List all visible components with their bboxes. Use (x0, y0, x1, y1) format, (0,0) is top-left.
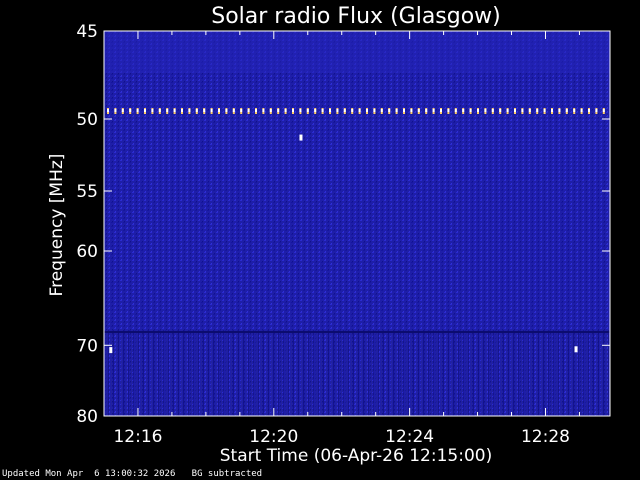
interference-dot-core (144, 109, 146, 112)
interference-dot-core (528, 109, 531, 112)
spectrogram-chart: Solar radio Flux (Glasgow) 455055607080 … (47, 4, 611, 466)
interference-dot-core (366, 109, 368, 112)
interference-dot-core (321, 109, 324, 112)
interference-dot-core (543, 109, 546, 112)
interference-dot-core (380, 109, 383, 112)
interference-dot-core (536, 109, 539, 112)
interference-dot-core (107, 109, 109, 112)
y-tick-label: 55 (76, 182, 98, 202)
interference-dot-core (240, 109, 243, 112)
interference-dot-core (225, 109, 228, 112)
interference-dot-core (580, 109, 583, 112)
interference-dot-core (602, 109, 605, 112)
interference-dot-core (121, 109, 124, 112)
interference-dot-core (588, 109, 590, 112)
x-tick-label: 12:16 (113, 427, 162, 447)
interference-dot-core (499, 109, 502, 112)
interference-dot-core (114, 109, 117, 112)
y-tick-label: 45 (76, 22, 98, 42)
plot-area (103, 30, 611, 417)
interference-dot-core (129, 109, 132, 112)
interference-dot-core (173, 109, 176, 112)
interference-dot-core (373, 109, 376, 112)
interference-dot-core (573, 109, 576, 112)
spectrogram-lower-streaks (104, 330, 610, 416)
interference-dot-core (425, 109, 428, 112)
interference-dot-core (306, 109, 309, 112)
y-axis-label-main: Frequency (47, 203, 67, 296)
interference-dot-core (255, 109, 257, 112)
interference-dot-core (403, 109, 405, 112)
y-axis-label: Frequency [MHz] (47, 154, 67, 297)
y-axis-label-unit: [MHz] (47, 154, 67, 204)
interference-dot-core (551, 109, 553, 112)
interference-dot-core (462, 109, 465, 112)
interference-dot-core (269, 109, 272, 112)
interference-dot-core (181, 109, 183, 112)
y-tick-label: 70 (76, 336, 98, 356)
interference-dot-core (595, 109, 598, 112)
interference-dot-core (292, 109, 294, 112)
interference-dot-core (284, 109, 287, 112)
x-axis-label: Start Time (06-Apr-26 12:15:00) (220, 446, 492, 466)
interference-dot-core (151, 109, 154, 112)
interference-dot-core (218, 109, 220, 112)
y-tick-label: 50 (76, 110, 98, 130)
x-tick-label: 12:20 (249, 427, 298, 447)
interference-dot-core (447, 109, 450, 112)
interference-dot-core (314, 109, 317, 112)
interference-dot-core (210, 109, 213, 112)
interference-dot-core (299, 109, 302, 112)
interference-dot-core (432, 109, 435, 112)
interference-dot-core (417, 109, 420, 112)
interference-dot-core (454, 109, 457, 112)
interference-dot-core (343, 109, 346, 112)
signal-spot (299, 134, 303, 141)
footer: Updated Mon Apr 6 13:00:32 2026 BG subtr… (2, 469, 262, 479)
interference-dot-core (469, 109, 472, 112)
interference-dot-core (329, 109, 331, 112)
interference-dot-core (521, 109, 524, 112)
interference-dot-core (158, 109, 161, 112)
interference-dot-core (232, 109, 235, 112)
interference-dot-core (336, 109, 339, 112)
interference-dot-core (203, 109, 206, 112)
footer-note: BG subtracted (191, 469, 263, 479)
signal-spot (109, 347, 113, 354)
x-tick-label: 12:24 (385, 427, 434, 447)
interference-dot-core (440, 109, 442, 112)
interference-dot-core (410, 109, 413, 112)
interference-dot-core (247, 109, 250, 112)
interference-dot-core (484, 109, 487, 112)
interference-dot-core (262, 109, 265, 112)
interference-dot-core (395, 109, 398, 112)
interference-dot-core (188, 109, 191, 112)
interference-dot-core (506, 109, 509, 112)
interference-dot-core (558, 109, 561, 112)
interference-dot-core (514, 109, 516, 112)
interference-dot-core (565, 109, 568, 112)
x-tick-label: 12:28 (521, 427, 570, 447)
interference-dot-core (491, 109, 494, 112)
interference-dot-core (166, 109, 169, 112)
interference-dot-core (195, 109, 198, 112)
interference-dot-core (358, 109, 361, 112)
y-tick-label: 60 (76, 242, 98, 262)
chart-title: Solar radio Flux (Glasgow) (211, 4, 501, 29)
interference-dot-core (277, 109, 280, 112)
interference-dot-core (477, 109, 479, 112)
interference-dot-core (136, 109, 139, 112)
spectrogram-top-band (104, 31, 610, 73)
y-tick-label: 80 (76, 407, 98, 427)
signal-spot (574, 346, 578, 353)
footer-updated: Updated Mon Apr 6 13:00:32 2026 (2, 469, 176, 479)
interference-dot-core (351, 109, 354, 112)
interference-dot-core (388, 109, 391, 112)
